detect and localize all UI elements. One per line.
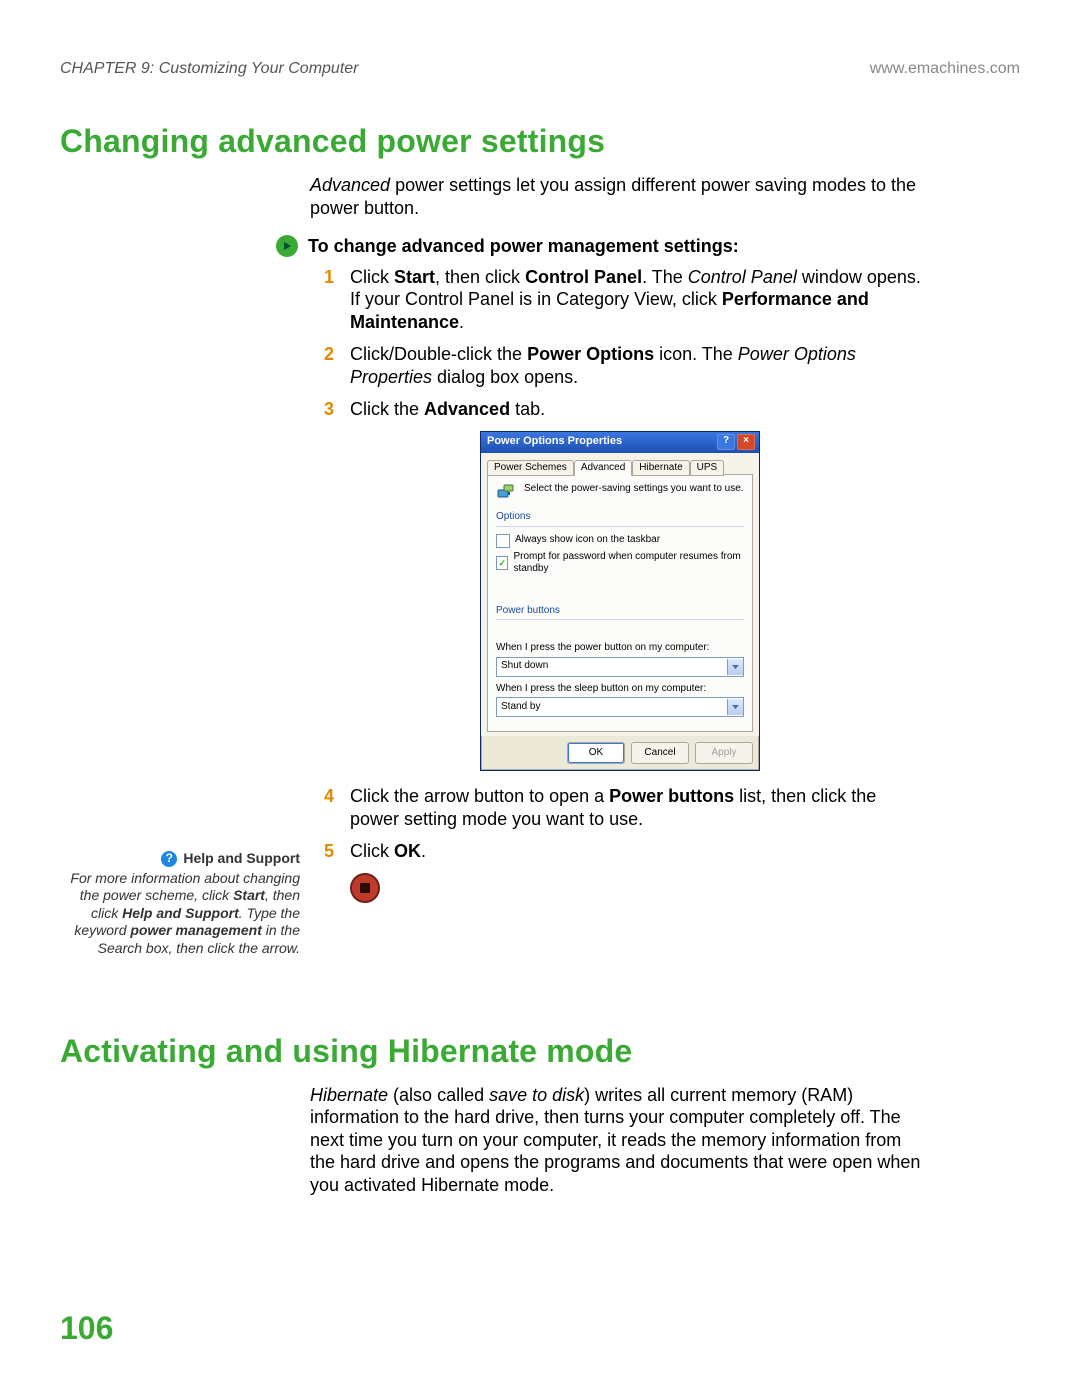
help-sidebar: ? Help and Support For more information … xyxy=(60,850,300,957)
play-icon xyxy=(276,235,298,257)
close-button[interactable]: × xyxy=(737,434,755,450)
cancel-button[interactable]: Cancel xyxy=(631,742,689,764)
procedure-heading: To change advanced power management sett… xyxy=(276,235,930,258)
dialog-titlebar: Power Options Properties ? × xyxy=(481,432,759,453)
step-1: 1Click Start, then click Control Panel. … xyxy=(310,266,930,334)
power-options-dialog: Power Options Properties ? × Power Schem… xyxy=(480,431,760,772)
step-3: 3Click the Advanced tab. xyxy=(310,398,930,421)
stop-icon xyxy=(350,873,380,903)
battery-icon xyxy=(496,483,516,503)
chapter-label: CHAPTER 9: Customizing Your Computer xyxy=(60,60,358,78)
tab-ups[interactable]: UPS xyxy=(690,460,725,477)
question-icon: ? xyxy=(161,851,177,867)
sleep-button-select[interactable]: Stand by xyxy=(496,697,744,717)
checkbox-show-icon[interactable] xyxy=(496,534,510,548)
page-header: CHAPTER 9: Customizing Your Computer www… xyxy=(60,60,1020,78)
dialog-desc: Select the power-saving settings you wan… xyxy=(524,483,744,496)
group-power-buttons-label: Power buttons xyxy=(496,605,744,618)
checkbox-show-icon-label: Always show icon on the taskbar xyxy=(515,534,660,547)
sleep-button-question: When I press the sleep button on my comp… xyxy=(496,683,744,696)
checkbox-prompt-password-label: Prompt for password when computer resume… xyxy=(513,551,744,576)
dialog-title-text: Power Options Properties xyxy=(487,435,622,449)
step-2: 2Click/Double-click the Power Options ic… xyxy=(310,343,930,388)
section1-intro: Advanced power settings let you assign d… xyxy=(310,174,930,219)
chevron-down-icon xyxy=(727,699,743,715)
tab-hibernate[interactable]: Hibernate xyxy=(632,460,689,477)
ok-button[interactable]: OK xyxy=(567,742,625,764)
procedure-title: To change advanced power management sett… xyxy=(308,235,739,258)
procedure-steps-cont: 4Click the arrow button to open a Power … xyxy=(310,785,930,863)
power-button-question: When I press the power button on my comp… xyxy=(496,642,744,655)
power-button-value: Shut down xyxy=(501,660,548,673)
section2-intro: Hibernate (also called save to disk) wri… xyxy=(310,1084,930,1197)
checkbox-prompt-password[interactable]: ✓ xyxy=(496,556,508,570)
group-options-label: Options xyxy=(496,511,744,524)
step-4: 4Click the arrow button to open a Power … xyxy=(310,785,930,830)
help-button[interactable]: ? xyxy=(717,434,735,450)
procedure-steps: 1Click Start, then click Control Panel. … xyxy=(310,266,930,421)
chevron-down-icon xyxy=(727,659,743,675)
tab-power-schemes[interactable]: Power Schemes xyxy=(487,460,574,477)
power-button-select[interactable]: Shut down xyxy=(496,657,744,677)
page-number: 106 xyxy=(60,1310,113,1347)
site-url: www.emachines.com xyxy=(870,60,1020,78)
sleep-button-value: Stand by xyxy=(501,701,540,714)
section2-body: Hibernate (also called save to disk) wri… xyxy=(310,1084,930,1197)
help-sidebar-title: Help and Support xyxy=(183,850,300,868)
apply-button[interactable]: Apply xyxy=(695,742,753,764)
dialog-tabs: Power Schemes Advanced Hibernate UPS xyxy=(487,459,753,476)
step-5: 5Click OK. xyxy=(310,840,930,863)
section1-body: Advanced power settings let you assign d… xyxy=(310,174,930,903)
tab-advanced[interactable]: Advanced xyxy=(574,460,632,477)
help-sidebar-text: For more information about changing the … xyxy=(60,870,300,958)
section-heading-advanced-power: Changing advanced power settings xyxy=(60,123,1020,160)
section-heading-hibernate: Activating and using Hibernate mode xyxy=(60,1033,1020,1070)
